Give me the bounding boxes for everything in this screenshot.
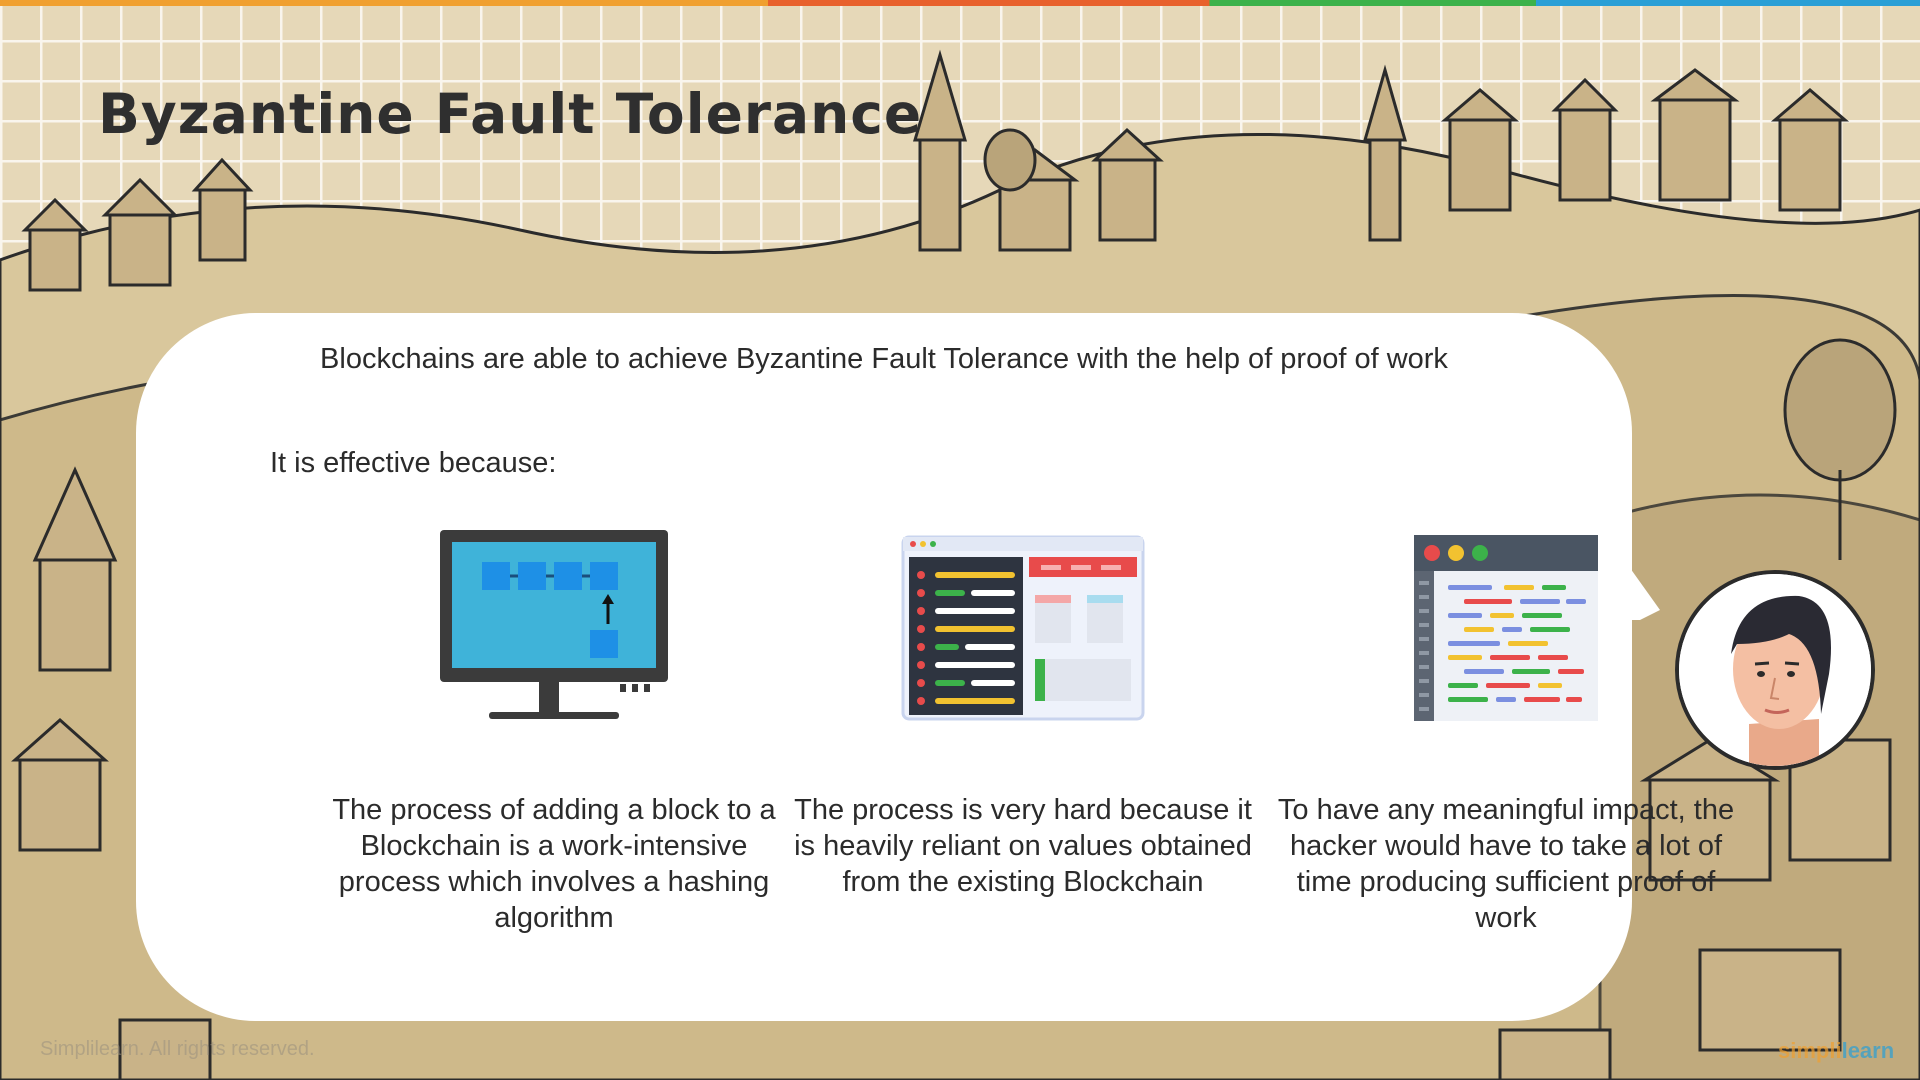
- lead-text: It is effective because:: [270, 447, 557, 479]
- point-text: The process is very hard because it is h…: [794, 794, 1252, 898]
- logo-part-learn: learn: [1841, 1038, 1895, 1063]
- copyright-footer: Simplilearn. All rights reserved.: [40, 1038, 315, 1060]
- point-work-intensive: The process of adding a block to a Block…: [319, 528, 789, 936]
- point-text: The process of adding a block to a Block…: [332, 794, 776, 934]
- slide-title: Byzantine Fault Tolerance: [98, 82, 923, 146]
- presenter-avatar-icon: [1679, 574, 1871, 766]
- computer-blockchain-icon: [440, 530, 668, 719]
- intro-text: Blockchains are able to achieve Byzantin…: [320, 343, 1448, 375]
- point-very-hard: The process is very hard because it is h…: [788, 528, 1258, 900]
- logo-part-simpli: simpli: [1778, 1038, 1842, 1063]
- brand-logo: simplilearn: [1778, 1038, 1894, 1064]
- point-hacker-time: To have any meaningful impact, the hacke…: [1271, 528, 1741, 936]
- presenter-avatar: [1675, 570, 1875, 770]
- top-accent-strip: [0, 0, 1920, 6]
- speech-bubble: Blockchains are able to achieve Byzantin…: [136, 313, 1734, 1021]
- code-editor-icon: [1414, 535, 1598, 721]
- point-text: To have any meaningful impact, the hacke…: [1277, 794, 1735, 934]
- dashboard-window-icon: [901, 535, 1145, 721]
